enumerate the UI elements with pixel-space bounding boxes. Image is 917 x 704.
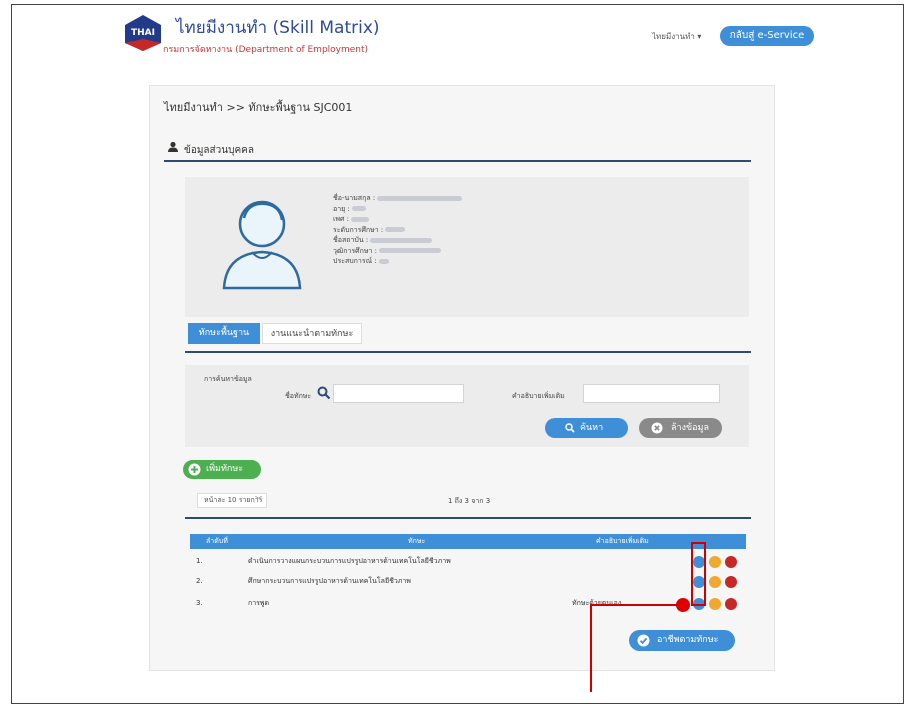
edit-icon[interactable] [709, 556, 721, 568]
row-skill: ดำเนินการวางแผนกระบวนการแปรรูปอาหารด้านเ… [248, 557, 451, 565]
tab-divider [185, 351, 751, 353]
app-title: ไทยมีงานทำ (Skill Matrix) [176, 18, 380, 38]
annotation-line-vertical [590, 604, 592, 692]
info-label: ชื่อสถาบัน : [333, 236, 369, 244]
row-no: 1. [196, 557, 203, 565]
clear-x-icon [651, 422, 663, 434]
redacted-value [377, 195, 463, 201]
delete-icon[interactable] [725, 576, 737, 588]
search-button[interactable]: ค้นหา [545, 418, 628, 438]
user-icon [168, 141, 178, 152]
row-no: 2. [196, 577, 203, 585]
clear-button[interactable]: ล้างข้อมูล [639, 418, 722, 438]
redacted-value [378, 258, 389, 264]
tab-recommended-jobs[interactable]: งานแนะนำตามทักษะ [262, 323, 362, 344]
description-input[interactable] [583, 384, 720, 403]
personal-info-title: ข้อมูลส่วนบุคคล [184, 145, 254, 156]
avatar-icon [222, 200, 302, 290]
info-row-age: อายุ : [333, 204, 462, 215]
table-divider [185, 517, 751, 519]
redacted-value [379, 248, 442, 253]
personal-info-list: ชื่อ-นามสกุล : อายุ : เพศ : ระดับการศึกษ… [333, 193, 463, 267]
col-desc: คำอธิบายเพิ่มเติม [596, 537, 649, 545]
magnifier-icon [565, 423, 575, 433]
row-skill: การพูด [248, 599, 270, 607]
page-size-select[interactable]: หน้าละ 10 รายการ ﹀ [197, 493, 267, 508]
info-label: เพศ : [333, 215, 350, 223]
thai-logo-icon: THAI [125, 15, 161, 51]
description-label: คำอธิบายเพิ่มเติม [512, 392, 565, 400]
row-no: 3. [196, 599, 203, 607]
info-label: ชื่อ-นามสกุล : [333, 194, 376, 202]
col-no: ลำดับที่ [206, 537, 228, 545]
delete-icon[interactable] [725, 598, 737, 610]
info-row-degree: วุฒิการศึกษา : [333, 246, 462, 257]
info-label: ประสบการณ์ : [333, 257, 377, 265]
redacted-value [352, 206, 367, 211]
info-row-gender: เพศ : [333, 214, 462, 225]
info-row-education: ระดับการศึกษา : [333, 225, 462, 236]
page-size-value: หน้าละ 10 รายการ [204, 496, 263, 504]
search-icon [317, 386, 331, 400]
annotation-dot [676, 598, 690, 612]
search-button-label: ค้นหา [580, 423, 604, 433]
breadcrumb: ไทยมีงานทำ >> ทักษะพื้นฐาน SJC001 [164, 101, 353, 114]
clear-button-label: ล้างข้อมูล [671, 423, 709, 433]
user-menu[interactable]: ไทยมีงานทำ ▾ [652, 30, 701, 43]
add-skill-button[interactable]: เพิ่มทักษะ [183, 460, 261, 479]
logo-text: THAI [131, 28, 155, 38]
back-to-eservice-button[interactable]: กลับสู่ e-Service [720, 26, 814, 46]
redacted-value [385, 227, 406, 232]
info-row-experience: ประสบการณ์ : [333, 256, 462, 267]
delete-icon[interactable] [725, 556, 737, 568]
career-by-skill-button[interactable]: อาชีพตามทักษะ [629, 630, 735, 651]
annotation-line-horizontal [590, 604, 678, 606]
pagination-info: 1 ถึง 3 จาก 3 [448, 497, 491, 505]
tab-basic-skills[interactable]: ทักษะพื้นฐาน [188, 323, 260, 344]
info-label: อายุ : [333, 204, 350, 213]
info-label: วุฒิการศึกษา : [333, 246, 377, 255]
table-header: ลำดับที่ ทักษะ คำอธิบายเพิ่มเติม [190, 534, 746, 549]
info-row-institution: ชื่อสถาบัน : [333, 235, 462, 246]
section-divider [164, 160, 751, 162]
edit-icon[interactable] [709, 576, 721, 588]
check-circle-icon [637, 634, 650, 647]
app-subtitle: กรมการจัดหางาน (Department of Employment… [163, 45, 369, 55]
row-skill: ศึกษากระบวนการแปรรูปอาหารด้านเทคโนโลยีชี… [248, 577, 411, 585]
skill-name-label: ชื่อทักษะ [285, 392, 312, 400]
chevron-down-icon: ﹀ [255, 496, 262, 504]
redacted-value [351, 216, 370, 222]
edit-icon[interactable] [709, 598, 721, 610]
col-skill: ทักษะ [408, 537, 426, 545]
skill-name-input[interactable] [333, 384, 464, 403]
plus-icon [188, 463, 201, 476]
search-heading: การค้นหาข้อมูล [204, 375, 252, 383]
info-row-name: ชื่อ-นามสกุล : [333, 193, 463, 204]
info-label: ระดับการศึกษา : [333, 225, 384, 234]
redacted-value [370, 237, 433, 243]
highlight-box [691, 542, 706, 606]
table-row: 2. ศึกษากระบวนการแปรรูปอาหารด้านเทคโนโลย… [190, 572, 746, 591]
career-button-label: อาชีพตามทักษะ [657, 635, 719, 645]
add-skill-label: เพิ่มทักษะ [206, 464, 244, 474]
table-row: 1. ดำเนินการวางแผนกระบวนการแปรรูปอาหารด้… [190, 552, 746, 571]
